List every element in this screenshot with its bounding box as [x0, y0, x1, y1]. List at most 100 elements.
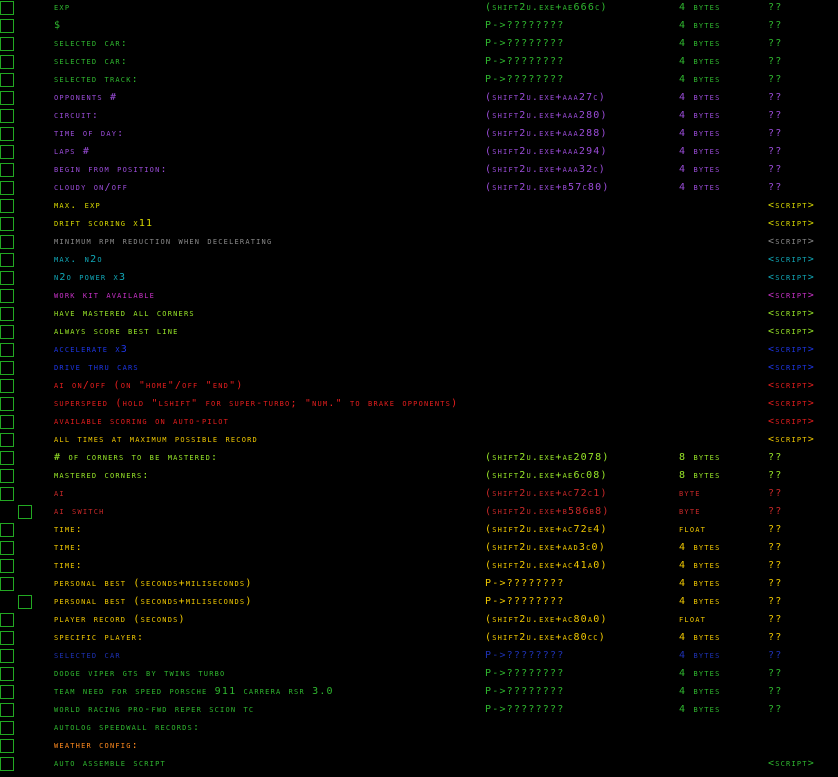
- cheat-entry-row[interactable]: time: (shift2u.exe+aad3c0) 4 bytes??: [0, 540, 838, 558]
- cheat-entry-row[interactable]: max. exp <script>: [0, 198, 838, 216]
- entry-description: team need for speed porsche 911 carrera …: [54, 686, 334, 697]
- activate-checkbox[interactable]: [0, 181, 14, 195]
- cheat-entry-row[interactable]: laps # (shift2u.exe+aaa294) 4 bytes??: [0, 144, 838, 162]
- activate-checkbox[interactable]: [0, 559, 14, 573]
- activate-checkbox[interactable]: [0, 703, 14, 717]
- activate-checkbox[interactable]: [0, 55, 14, 69]
- activate-checkbox[interactable]: [0, 487, 14, 501]
- activate-checkbox[interactable]: [0, 757, 14, 771]
- cheat-entry-row[interactable]: player record (seconds) (shift2u.exe+ac80…: [0, 612, 838, 630]
- activate-checkbox[interactable]: [0, 613, 14, 627]
- activate-checkbox[interactable]: [18, 505, 32, 519]
- cheat-entry-row[interactable]: opponents # (shift2u.exe+aaa27c) 4 bytes??: [0, 90, 838, 108]
- cheat-entry-row[interactable]: selected car: P->???????? 4 bytes??: [0, 54, 838, 72]
- cheat-entry-row[interactable]: world racing pro-fwd reper scion tc P->??…: [0, 702, 838, 720]
- cheat-entry-row[interactable]: begin from position: (shift2u.exe+aaa32c)…: [0, 162, 838, 180]
- entry-description: begin from position:: [54, 164, 168, 175]
- cheat-entry-row[interactable]: dodge viper gts by twins turbo P->???????…: [0, 666, 838, 684]
- cheat-entry-row[interactable]: weather config:: [0, 738, 838, 756]
- activate-checkbox[interactable]: [0, 631, 14, 645]
- entry-value: <script>: [768, 416, 815, 427]
- cheat-entry-row[interactable]: max. n2o <script>: [0, 252, 838, 270]
- cheat-entry-row[interactable]: team need for speed porsche 911 carrera …: [0, 684, 838, 702]
- cheat-entry-row[interactable]: time of day: (shift2u.exe+aaa288) 4 bytes?…: [0, 126, 838, 144]
- entry-description: time:: [54, 560, 83, 571]
- cheat-entry-row[interactable]: drive thru cars <script>: [0, 360, 838, 378]
- activate-checkbox[interactable]: [0, 379, 14, 393]
- activate-checkbox[interactable]: [0, 739, 14, 753]
- activate-checkbox[interactable]: [0, 37, 14, 51]
- cheat-entry-row[interactable]: all times at maximum possible record <scr…: [0, 432, 838, 450]
- activate-checkbox[interactable]: [0, 721, 14, 735]
- cheat-entry-row[interactable]: superspeed (hold "lshift" for super-turb…: [0, 396, 838, 414]
- activate-checkbox[interactable]: [0, 361, 14, 375]
- entry-description: time of day:: [54, 128, 125, 139]
- activate-checkbox[interactable]: [0, 343, 14, 357]
- activate-checkbox[interactable]: [0, 91, 14, 105]
- entry-address: (shift2u.exe+ac72e4): [485, 524, 608, 535]
- activate-checkbox[interactable]: [0, 649, 14, 663]
- activate-checkbox[interactable]: [0, 541, 14, 555]
- cheat-entry-row[interactable]: have mastered all corners <script>: [0, 306, 838, 324]
- activate-checkbox[interactable]: [0, 577, 14, 591]
- activate-checkbox[interactable]: [0, 433, 14, 447]
- cheat-entry-row[interactable]: drift scoring x11 <script>: [0, 216, 838, 234]
- entry-type: 4 bytes: [679, 596, 721, 607]
- cheat-entry-row[interactable]: cloudy on/off (shift2u.exe+b57c80) 4 bytes…: [0, 180, 838, 198]
- cheat-entry-row[interactable]: time: (shift2u.exe+ac72e4) float??: [0, 522, 838, 540]
- activate-checkbox[interactable]: [0, 667, 14, 681]
- cheat-entry-row[interactable]: # of corners to be mastered: (shift2u.exe…: [0, 450, 838, 468]
- entry-description: specific player:: [54, 632, 145, 643]
- activate-checkbox[interactable]: [0, 523, 14, 537]
- activate-checkbox[interactable]: [0, 19, 14, 33]
- activate-checkbox[interactable]: [0, 289, 14, 303]
- activate-checkbox[interactable]: [0, 1, 14, 15]
- cheat-entry-row[interactable]: n2o power x3 <script>: [0, 270, 838, 288]
- activate-checkbox[interactable]: [0, 145, 14, 159]
- cheat-entry-row[interactable]: selected track: P->???????? 4 bytes??: [0, 72, 838, 90]
- cheat-entry-row[interactable]: time: (shift2u.exe+ac41a0) 4 bytes??: [0, 558, 838, 576]
- cheat-entry-row[interactable]: work kit available <script>: [0, 288, 838, 306]
- entry-address: (shift2u.exe+aaa294): [485, 146, 608, 157]
- activate-checkbox[interactable]: [0, 415, 14, 429]
- cheat-entry-row[interactable]: available scoring on auto-pilot <script>: [0, 414, 838, 432]
- activate-checkbox[interactable]: [0, 397, 14, 411]
- entry-value: <script>: [768, 308, 815, 319]
- cheat-entry-row[interactable]: ai switch (shift2u.exe+b586b8) byte??: [0, 504, 838, 522]
- activate-checkbox[interactable]: [0, 163, 14, 177]
- cheat-entry-row[interactable]: specific player: (shift2u.exe+ac80cc) 4 by…: [0, 630, 838, 648]
- entry-address: P->????????: [485, 596, 565, 607]
- cheat-entry-row[interactable]: $ P->???????? 4 bytes??: [0, 18, 838, 36]
- activate-checkbox[interactable]: [0, 199, 14, 213]
- cheat-entry-row[interactable]: personal best (seconds+miliseconds) P->??…: [0, 576, 838, 594]
- activate-checkbox[interactable]: [0, 109, 14, 123]
- activate-checkbox[interactable]: [0, 469, 14, 483]
- cheat-entry-row[interactable]: personal best (seconds+miliseconds) P->??…: [0, 594, 838, 612]
- activate-checkbox[interactable]: [0, 325, 14, 339]
- cheat-entry-row[interactable]: ai (shift2u.exe+ac72c1) byte??: [0, 486, 838, 504]
- activate-checkbox[interactable]: [0, 685, 14, 699]
- cheat-entry-row[interactable]: minimum rpm reduction when decelerating <…: [0, 234, 838, 252]
- entry-value: ??: [768, 488, 783, 499]
- activate-checkbox[interactable]: [0, 451, 14, 465]
- activate-checkbox[interactable]: [0, 235, 14, 249]
- activate-checkbox[interactable]: [0, 73, 14, 87]
- cheat-entry-row[interactable]: auto assemble script <script>: [0, 756, 838, 774]
- cheat-entry-row[interactable]: exp (shift2u.exe+ae666c) 4 bytes??: [0, 0, 838, 18]
- cheat-entry-row[interactable]: always score best line <script>: [0, 324, 838, 342]
- cheat-entry-row[interactable]: mastered corners: (shift2u.exe+ae6c08) 8 b…: [0, 468, 838, 486]
- cheat-entry-row[interactable]: circuit: (shift2u.exe+aaa280) 4 bytes??: [0, 108, 838, 126]
- activate-checkbox[interactable]: [0, 127, 14, 141]
- entry-value: ??: [768, 74, 783, 85]
- activate-checkbox[interactable]: [0, 253, 14, 267]
- cheat-entry-row[interactable]: accelerate x3 <script>: [0, 342, 838, 360]
- cheat-entry-row[interactable]: selected car: P->???????? 4 bytes??: [0, 36, 838, 54]
- activate-checkbox[interactable]: [0, 217, 14, 231]
- activate-checkbox[interactable]: [18, 595, 32, 609]
- activate-checkbox[interactable]: [0, 307, 14, 321]
- activate-checkbox[interactable]: [0, 271, 14, 285]
- cheat-entry-row[interactable]: autolog speedwall records:: [0, 720, 838, 738]
- cheat-entry-row[interactable]: ai on/off (on "home"/off "end") <script>: [0, 378, 838, 396]
- entry-type: 8 bytes: [679, 452, 721, 463]
- cheat-entry-row[interactable]: selected car P->???????? 4 bytes??: [0, 648, 838, 666]
